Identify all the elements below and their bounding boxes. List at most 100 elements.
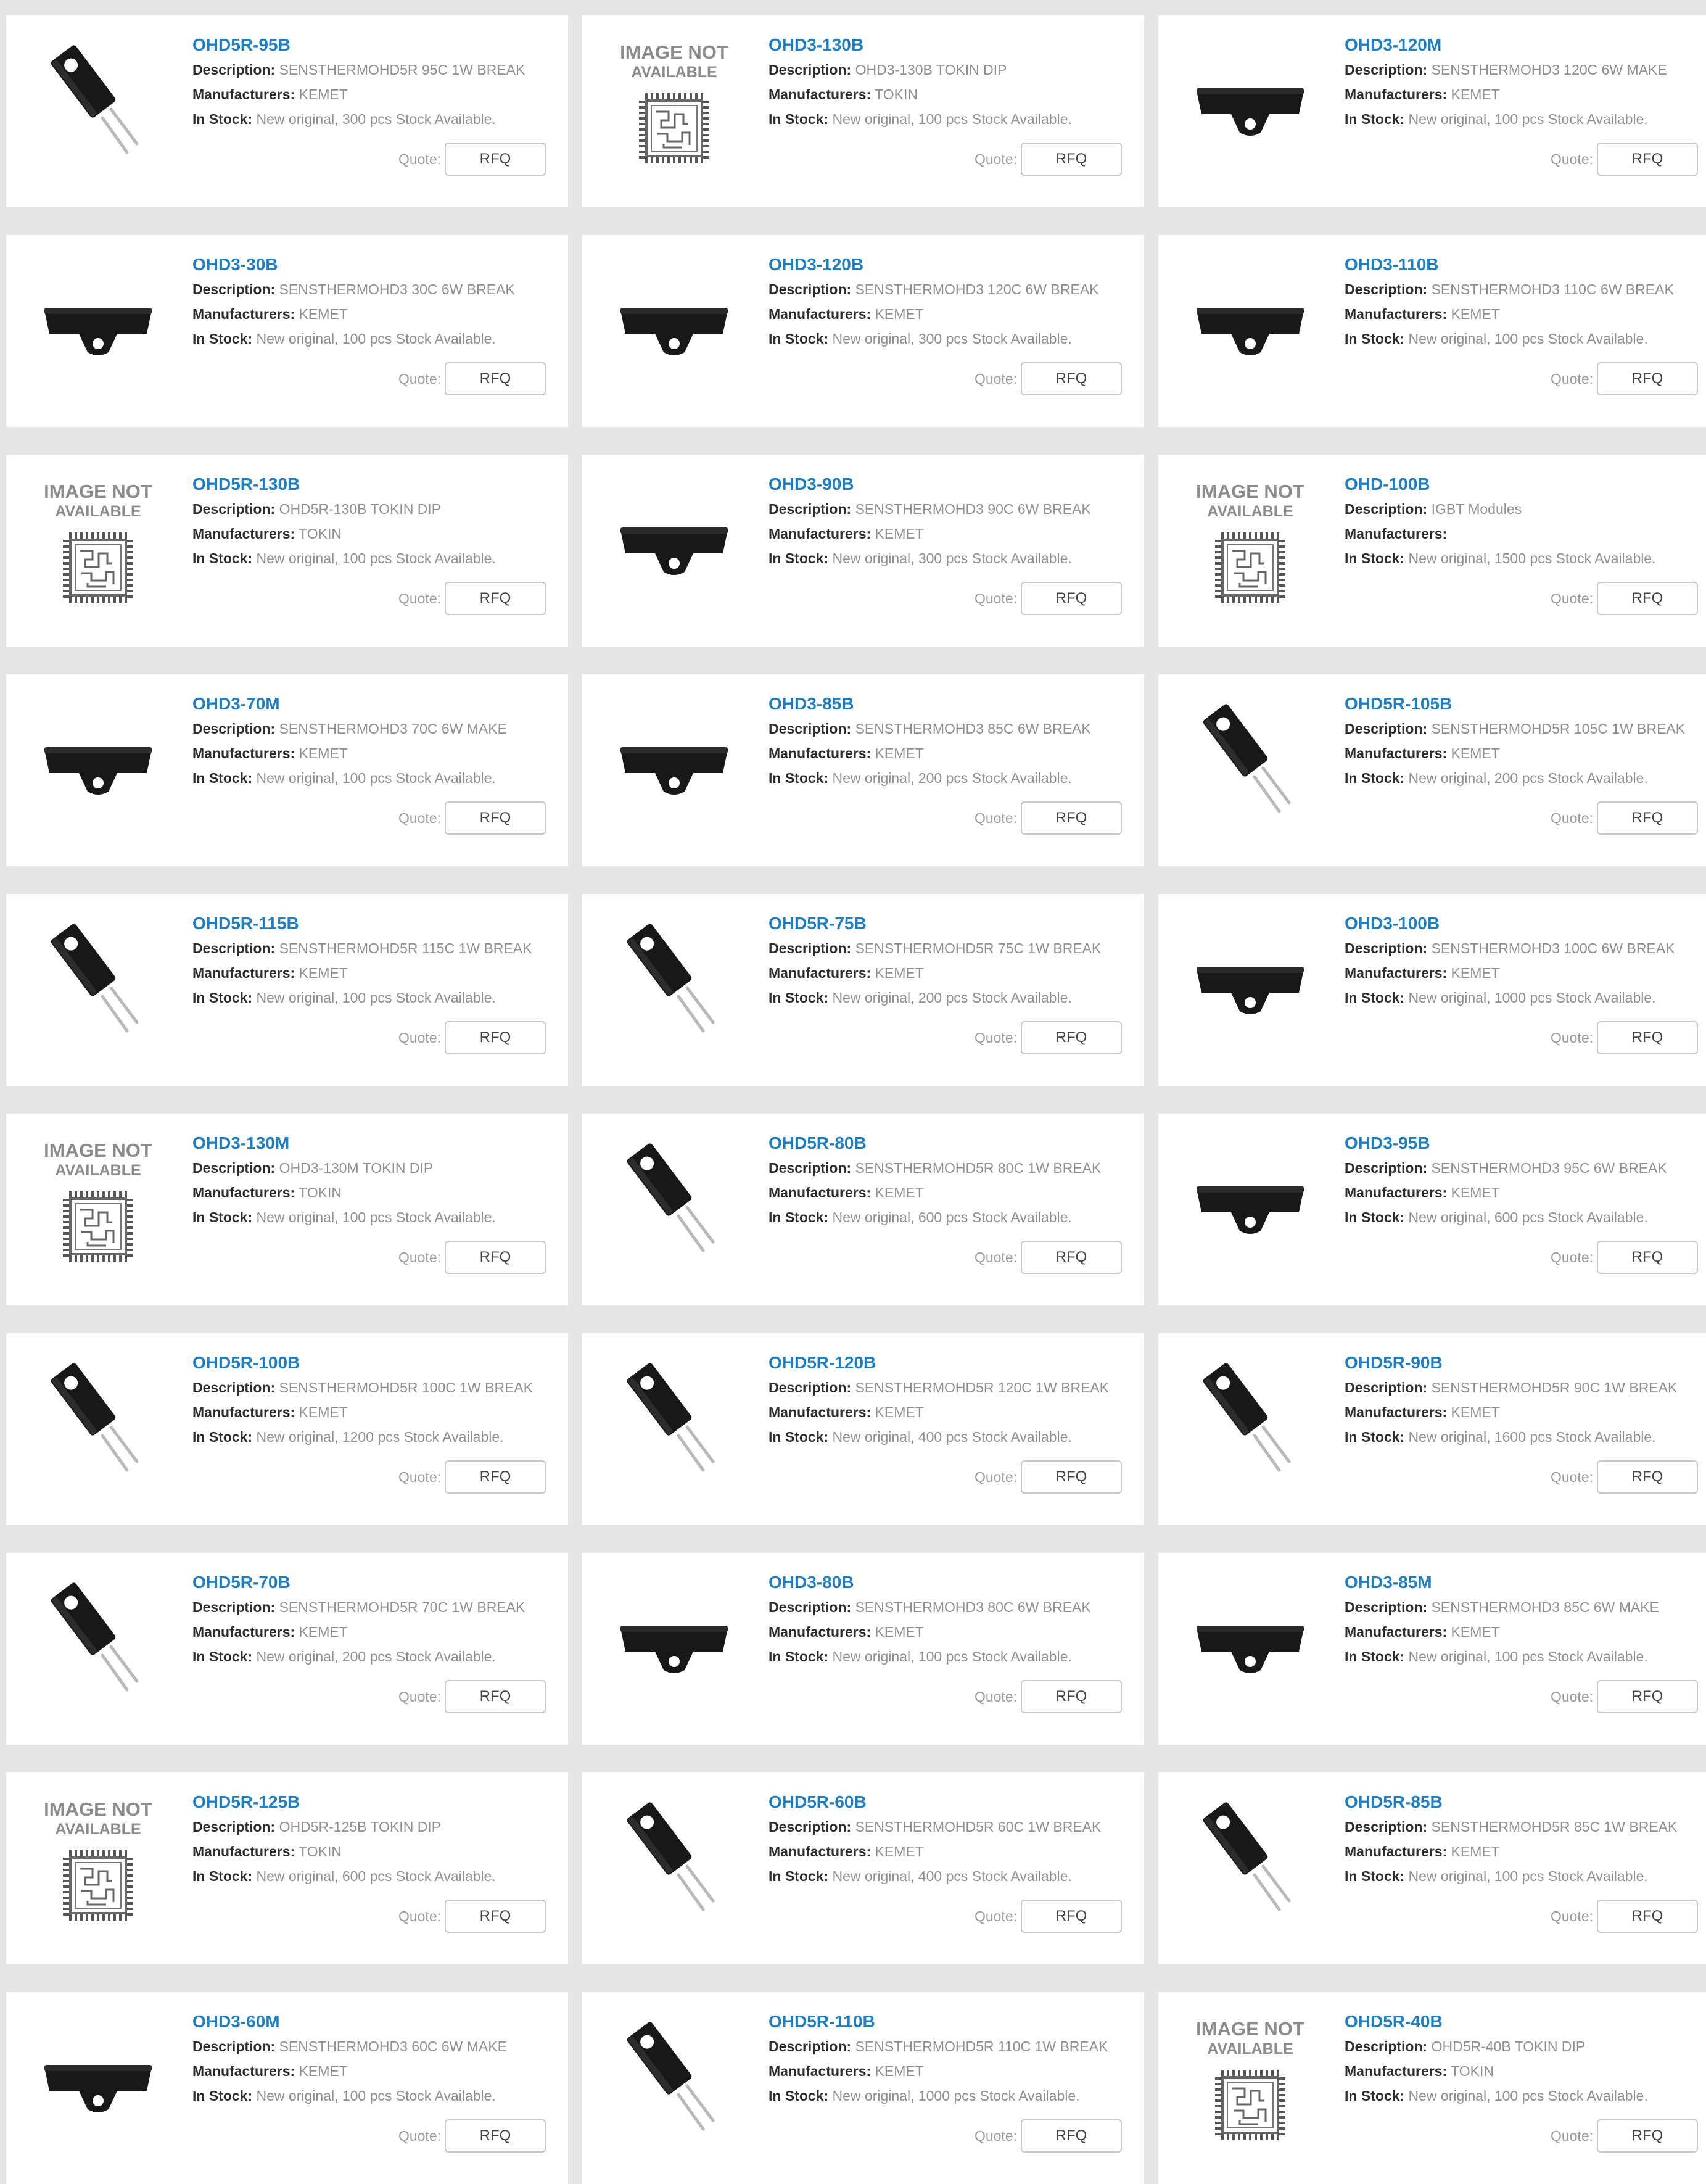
product-image[interactable] [607, 694, 741, 829]
part-number-link[interactable]: OHD3-95B [1345, 1132, 1706, 1156]
rfq-button[interactable]: RFQ [1021, 1900, 1122, 1933]
product-image[interactable]: IMAGE NOT AVAILABLE [31, 1792, 165, 1927]
product-image[interactable] [31, 1353, 165, 1487]
product-image[interactable] [607, 255, 741, 389]
rfq-button[interactable]: RFQ [1021, 1680, 1122, 1713]
part-number-link[interactable]: OHD5R-70B [192, 1571, 568, 1595]
rfq-button[interactable]: RFQ [1021, 143, 1122, 176]
product-image[interactable] [1183, 35, 1317, 170]
rfq-button[interactable]: RFQ [445, 143, 546, 176]
product-image[interactable] [1183, 1573, 1317, 1707]
rfq-button[interactable]: RFQ [1597, 1680, 1698, 1713]
part-number-link[interactable]: OHD5R-60B [769, 1791, 1144, 1814]
rfq-button[interactable]: RFQ [445, 362, 546, 395]
product-image[interactable] [607, 1133, 741, 1268]
product-image[interactable] [1183, 255, 1317, 389]
stock-value: New original, 100 pcs Stock Available. [256, 990, 496, 1006]
part-number-link[interactable]: OHD3-60M [192, 2011, 568, 2034]
part-number-link[interactable]: OHD5R-130B [192, 473, 568, 497]
part-number-link[interactable]: OHD3-130B [769, 34, 1144, 57]
description-row: Description: SENSTHERMOHD5R 120C 1W BREA… [769, 1375, 1144, 1400]
part-number-link[interactable]: OHD5R-110B [769, 2011, 1144, 2034]
product-image[interactable] [607, 1353, 741, 1487]
rfq-button[interactable]: RFQ [1021, 801, 1122, 835]
product-image[interactable] [607, 2012, 741, 2146]
product-image[interactable]: IMAGE NOT AVAILABLE [1183, 474, 1317, 609]
part-number-link[interactable]: OHD5R-95B [192, 34, 568, 57]
rfq-button[interactable]: RFQ [1597, 1900, 1698, 1933]
product-image[interactable] [31, 914, 165, 1048]
part-number-link[interactable]: OHD3-85B [769, 693, 1144, 716]
part-number-link[interactable]: OHD5R-40B [1345, 2011, 1706, 2034]
part-number-link[interactable]: OHD5R-80B [769, 1132, 1144, 1156]
part-number-link[interactable]: OHD3-30B [192, 254, 568, 277]
rfq-button[interactable]: RFQ [1597, 362, 1698, 395]
part-number-link[interactable]: OHD3-70M [192, 693, 568, 716]
product-image[interactable] [31, 694, 165, 829]
product-image[interactable] [1183, 1133, 1317, 1268]
description-row: Description: SENSTHERMOHD5R 80C 1W BREAK [769, 1156, 1144, 1180]
product-image[interactable]: IMAGE NOT AVAILABLE [31, 1133, 165, 1268]
rfq-button[interactable]: RFQ [1597, 1021, 1698, 1054]
manufacturer-value: KEMET [1451, 1185, 1500, 1201]
product-image[interactable] [607, 474, 741, 609]
rfq-button[interactable]: RFQ [1021, 1021, 1122, 1054]
product-image[interactable] [607, 1792, 741, 1927]
product-image[interactable] [31, 1573, 165, 1707]
part-number-link[interactable]: OHD5R-120B [769, 1352, 1144, 1375]
quote-area: Quote: RFQ [1551, 1460, 1698, 1494]
product-image[interactable] [31, 2012, 165, 2146]
product-image[interactable] [1183, 1792, 1317, 1927]
part-number-link[interactable]: OHD3-80B [769, 1571, 1144, 1595]
part-number-link[interactable]: OHD5R-105B [1345, 693, 1706, 716]
part-number-link[interactable]: OHD5R-85B [1345, 1791, 1706, 1814]
product-image[interactable] [1183, 1353, 1317, 1487]
rfq-button[interactable]: RFQ [445, 801, 546, 835]
description-label: Description: [769, 721, 852, 737]
part-number-link[interactable]: OHD-100B [1345, 473, 1706, 497]
rfq-button[interactable]: RFQ [445, 2119, 546, 2153]
rfq-button[interactable]: RFQ [1021, 1241, 1122, 1274]
rfq-button[interactable]: RFQ [445, 1460, 546, 1494]
part-number-link[interactable]: OHD5R-100B [192, 1352, 568, 1375]
part-number-link[interactable]: OHD3-85M [1345, 1571, 1706, 1595]
product-image[interactable] [1183, 914, 1317, 1048]
part-number-link[interactable]: OHD3-100B [1345, 912, 1706, 936]
rfq-button[interactable]: RFQ [1021, 362, 1122, 395]
description-row: Description: SENSTHERMOHD5R 90C 1W BREAK [1345, 1375, 1706, 1400]
part-number-link[interactable]: OHD5R-90B [1345, 1352, 1706, 1375]
part-number-link[interactable]: OHD3-120M [1345, 34, 1706, 57]
product-image[interactable] [31, 255, 165, 389]
product-image[interactable]: IMAGE NOT AVAILABLE [607, 35, 741, 170]
part-number-link[interactable]: OHD5R-125B [192, 1791, 568, 1814]
rfq-button[interactable]: RFQ [445, 582, 546, 615]
product-image[interactable] [1183, 694, 1317, 829]
part-number-link[interactable]: OHD5R-115B [192, 912, 568, 936]
product-image[interactable]: IMAGE NOT AVAILABLE [31, 474, 165, 609]
rfq-button[interactable]: RFQ [1021, 1460, 1122, 1494]
rfq-button[interactable]: RFQ [1597, 582, 1698, 615]
rfq-button[interactable]: RFQ [1021, 2119, 1122, 2153]
rfq-button[interactable]: RFQ [1021, 582, 1122, 615]
rfq-button[interactable]: RFQ [445, 1021, 546, 1054]
part-number-link[interactable]: OHD3-110B [1345, 254, 1706, 277]
product-image[interactable] [31, 35, 165, 170]
rfq-button[interactable]: RFQ [445, 1900, 546, 1933]
part-number-link[interactable]: OHD5R-75B [769, 912, 1144, 936]
rfq-button[interactable]: RFQ [1597, 1460, 1698, 1494]
thermostat-tall-icon [1203, 704, 1291, 813]
part-number-link[interactable]: OHD3-130M [192, 1132, 568, 1156]
product-image[interactable] [607, 1573, 741, 1707]
description-row: Description: SENSTHERMOHD3 110C 6W BREAK [1345, 277, 1706, 302]
rfq-button[interactable]: RFQ [1597, 1241, 1698, 1274]
product-image[interactable]: IMAGE NOT AVAILABLE [1183, 2012, 1317, 2146]
rfq-button[interactable]: RFQ [445, 1241, 546, 1274]
manufacturer-value: TOKIN [1451, 2063, 1494, 2079]
rfq-button[interactable]: RFQ [445, 1680, 546, 1713]
part-number-link[interactable]: OHD3-90B [769, 473, 1144, 497]
part-number-link[interactable]: OHD3-120B [769, 254, 1144, 277]
rfq-button[interactable]: RFQ [1597, 801, 1698, 835]
rfq-button[interactable]: RFQ [1597, 143, 1698, 176]
rfq-button[interactable]: RFQ [1597, 2119, 1698, 2153]
product-image[interactable] [607, 914, 741, 1048]
